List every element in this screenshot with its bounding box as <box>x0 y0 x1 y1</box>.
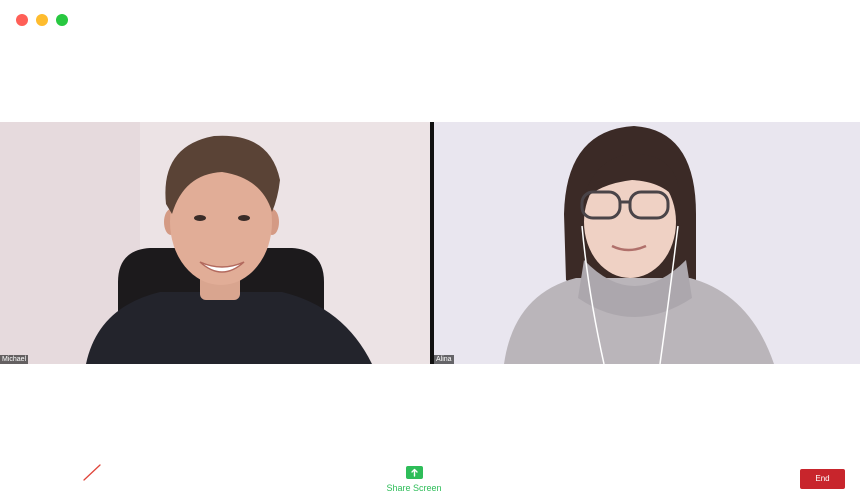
share-screen-button[interactable]: Share Screen <box>384 466 444 493</box>
end-meeting-button[interactable]: End <box>800 469 845 489</box>
minimize-window-button[interactable] <box>36 14 48 26</box>
participant-name-tag: Michael <box>0 355 29 364</box>
participant-name-tag: Alina <box>434 355 454 364</box>
video-grid: Michael Alina <box>0 122 860 364</box>
close-window-button[interactable] <box>16 14 28 26</box>
participant-tile-alina[interactable]: Alina <box>434 122 860 364</box>
participant-tile-michael[interactable]: Michael <box>0 122 430 364</box>
share-screen-arrow-up-icon <box>405 466 423 479</box>
zoom-window-button[interactable] <box>56 14 68 26</box>
microphone-muted-slash-icon[interactable] <box>80 460 104 484</box>
window-controls <box>16 14 68 26</box>
share-screen-label: Share Screen <box>386 483 442 493</box>
participant-video-alina <box>434 122 860 364</box>
participant-video-michael <box>0 122 430 364</box>
